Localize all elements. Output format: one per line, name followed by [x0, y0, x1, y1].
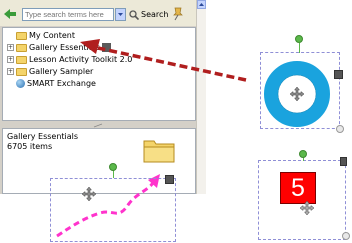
path-selection[interactable] — [50, 178, 176, 242]
object-menu-button[interactable] — [340, 157, 347, 166]
drag-arrow — [80, 39, 247, 82]
number-tile[interactable]: 5 — [280, 172, 316, 204]
move-icon — [300, 201, 314, 215]
rotate-handle[interactable] — [295, 35, 303, 43]
move-icon — [290, 87, 304, 101]
resize-handle[interactable] — [336, 125, 344, 133]
object-menu-button[interactable] — [334, 70, 343, 79]
rotate-handle[interactable] — [109, 163, 117, 171]
rotate-stem — [299, 43, 300, 53]
rotate-stem — [113, 170, 114, 178]
resize-handle[interactable] — [342, 232, 350, 240]
move-icon — [82, 187, 96, 201]
rotate-handle[interactable] — [299, 150, 307, 158]
object-menu-button[interactable] — [165, 175, 174, 184]
